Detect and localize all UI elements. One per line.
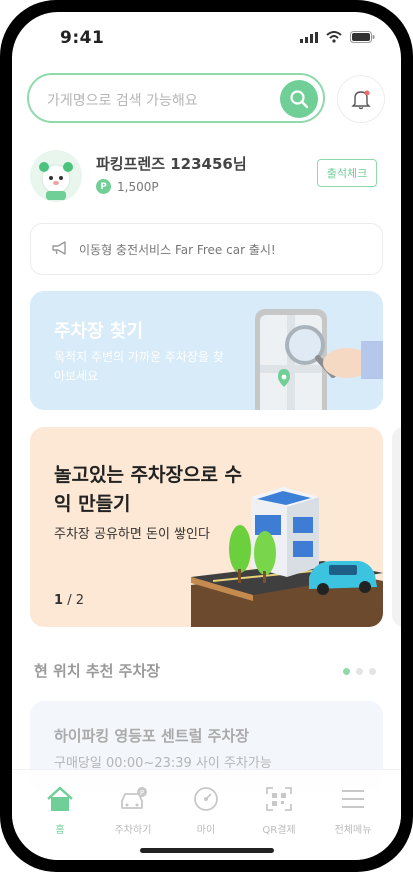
home-indicator[interactable]	[140, 848, 274, 853]
avatar[interactable]	[30, 150, 82, 202]
search-bar[interactable]: 가게명으로 검색 가능해요	[27, 73, 325, 123]
point-badge-icon: P	[96, 179, 111, 194]
phone-frame: 9:41 가게명으로 검색 가능해요 파킹프렌즈 123456님 P 1,500…	[0, 0, 413, 872]
recommend-pagination[interactable]	[343, 668, 376, 675]
mascot-icon	[39, 162, 73, 200]
tab-my[interactable]: 마이	[171, 786, 241, 836]
tab-qr-pay[interactable]: QR결제	[244, 786, 314, 836]
tab-label: 전체메뉴	[334, 825, 372, 836]
tab-label: 주차하기	[114, 825, 152, 836]
pagination-dot[interactable]	[356, 668, 363, 675]
share-parking-card[interactable]: 놀고있는 주차장으로 수익 만들기 주차장 공유하면 돈이 쌓인다 1 / 2	[30, 427, 383, 627]
slide-current: 1	[54, 593, 64, 608]
tab-label: QR결제	[262, 825, 296, 836]
wifi-icon	[326, 31, 342, 43]
status-icons	[300, 31, 375, 43]
find-card-title: 주차장 찾기	[54, 321, 144, 342]
user-points: P 1,500P	[96, 179, 159, 194]
notice-text: 이동형 충전서비스 Far Free car 출시!	[79, 243, 276, 257]
phone-map-illustration	[255, 309, 383, 410]
points-value: 1,500P	[117, 179, 159, 194]
notification-button[interactable]	[337, 75, 385, 123]
bell-icon	[351, 90, 371, 110]
next-slide-peek[interactable]	[392, 427, 401, 627]
battery-icon	[350, 31, 375, 43]
find-card-desc: 목적지 주변의 가까운 주차장을 찾아보세요	[54, 350, 224, 383]
gauge-icon	[194, 787, 218, 811]
car-icon: P	[121, 787, 147, 809]
parking-lot-name: 하이파킹 영등포 센트럴 주차장	[54, 727, 250, 745]
slide-indicator: 1 / 2	[54, 593, 84, 608]
svg-text:P: P	[140, 789, 144, 797]
status-bar: 9:41	[12, 12, 401, 62]
tab-park[interactable]: P 주차하기	[98, 786, 168, 836]
tab-label: 마이	[196, 825, 216, 836]
pagination-dot[interactable]	[369, 668, 376, 675]
checkin-button[interactable]: 출석체크	[317, 159, 377, 187]
search-input[interactable]: 가게명으로 검색 가능해요	[47, 90, 198, 110]
menu-icon	[342, 790, 364, 808]
slide-total: / 2	[67, 593, 84, 608]
recommend-section-title: 현 위치 추천 주차장	[34, 662, 161, 680]
search-button[interactable]	[280, 80, 318, 118]
user-name: 파킹프렌즈 123456님	[96, 155, 247, 173]
search-icon	[290, 90, 309, 109]
bottom-tab-bar: 홈 P 주차하기 마이 QR결제 전체메뉴	[12, 769, 401, 860]
find-parking-card[interactable]: 주차장 찾기 목적지 주변의 가까운 주차장을 찾아보세요	[30, 291, 383, 410]
tab-all-menu[interactable]: 전체메뉴	[318, 786, 388, 836]
tab-home[interactable]: 홈	[25, 786, 95, 836]
tab-label: 홈	[55, 825, 65, 836]
signal-icon	[300, 31, 318, 43]
qr-icon	[266, 787, 292, 811]
status-time: 9:41	[60, 28, 105, 48]
pagination-dot[interactable]	[343, 668, 350, 675]
app-screen: 9:41 가게명으로 검색 가능해요 파킹프렌즈 123456님 P 1,500…	[12, 12, 401, 860]
notice-banner[interactable]: 이동형 충전서비스 Far Free car 출시!	[30, 223, 383, 275]
home-icon	[47, 786, 73, 811]
building-car-illustration	[191, 487, 383, 627]
megaphone-icon	[52, 241, 66, 255]
